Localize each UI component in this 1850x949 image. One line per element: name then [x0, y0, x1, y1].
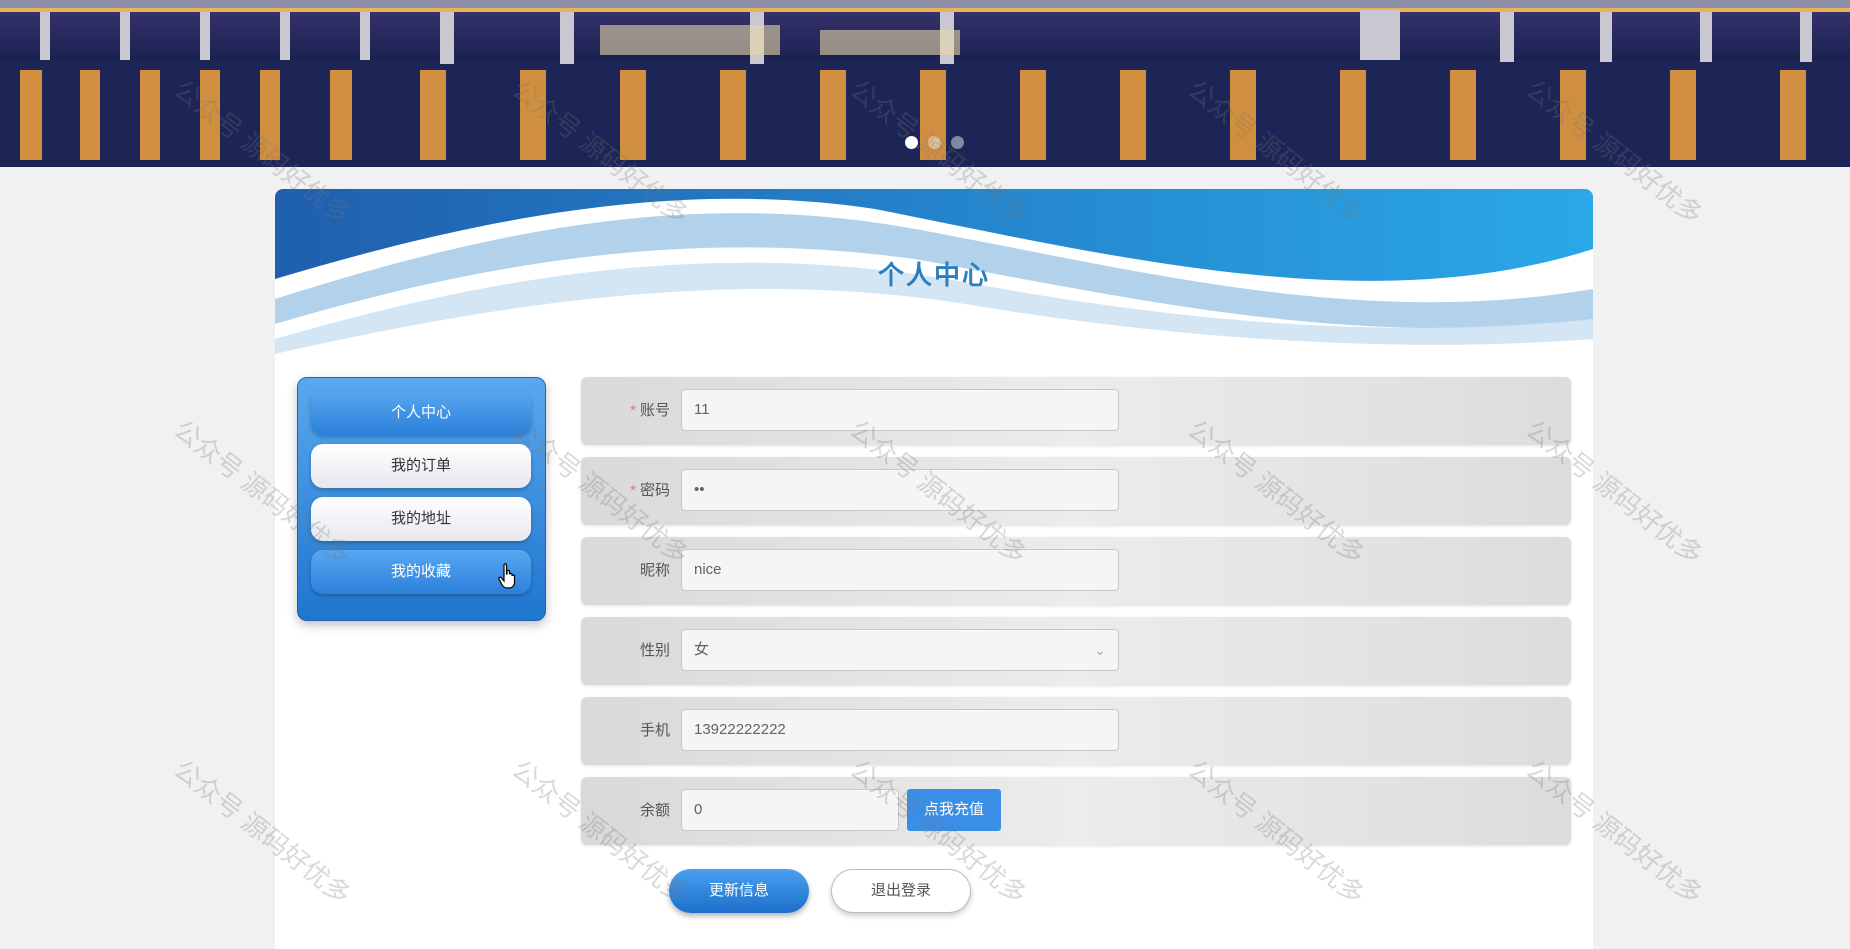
menu-item-my-address[interactable]: 我的地址 — [311, 497, 531, 541]
chevron-down-icon: ⌄ — [1094, 642, 1106, 658]
gender-select[interactable]: 女 ⌄ — [681, 629, 1119, 671]
update-info-button[interactable]: 更新信息 — [669, 869, 809, 913]
account-label: * 账号 — [630, 402, 670, 419]
banner-carousel[interactable] — [0, 0, 1850, 167]
hand-cursor-icon — [498, 563, 516, 589]
phone-input[interactable]: 13922222222 — [681, 709, 1119, 751]
nickname-row: 昵称 nice — [581, 537, 1571, 605]
page-title: 个人中心 — [877, 260, 990, 290]
carousel-dot[interactable] — [928, 136, 941, 149]
personal-center-card: 个人中心 个人中心 我的订单 我的地址 我的收藏 * 账号 11 * 密码 •• 昵… — [275, 189, 1593, 949]
account-row: * 账号 11 — [581, 377, 1571, 445]
logout-button[interactable]: 退出登录 — [831, 869, 971, 913]
nickname-input[interactable]: nice — [681, 549, 1119, 591]
gender-value: 女 — [694, 641, 710, 658]
password-input[interactable]: •• — [681, 469, 1119, 511]
recharge-button[interactable]: 点我充值 — [907, 789, 1001, 831]
password-row: * 密码 •• — [581, 457, 1571, 525]
account-input[interactable]: 11 — [681, 389, 1119, 431]
gender-row: 性别 女 ⌄ — [581, 617, 1571, 685]
balance-row: 余额 0 点我充值 — [581, 777, 1571, 845]
balance-label: 余额 — [639, 802, 670, 819]
carousel-dot[interactable] — [905, 136, 918, 149]
phone-row: 手机 13922222222 — [581, 697, 1571, 765]
balance-input[interactable]: 0 — [681, 789, 899, 831]
nickname-label: 昵称 — [639, 562, 670, 579]
phone-label: 手机 — [639, 722, 670, 739]
carousel-dot[interactable] — [951, 136, 964, 149]
password-label: * 密码 — [630, 482, 670, 499]
gender-label: 性别 — [639, 642, 670, 659]
menu-item-personal-center[interactable]: 个人中心 — [311, 391, 531, 435]
carousel-indicators — [905, 136, 964, 149]
menu-item-my-orders[interactable]: 我的订单 — [311, 444, 531, 488]
